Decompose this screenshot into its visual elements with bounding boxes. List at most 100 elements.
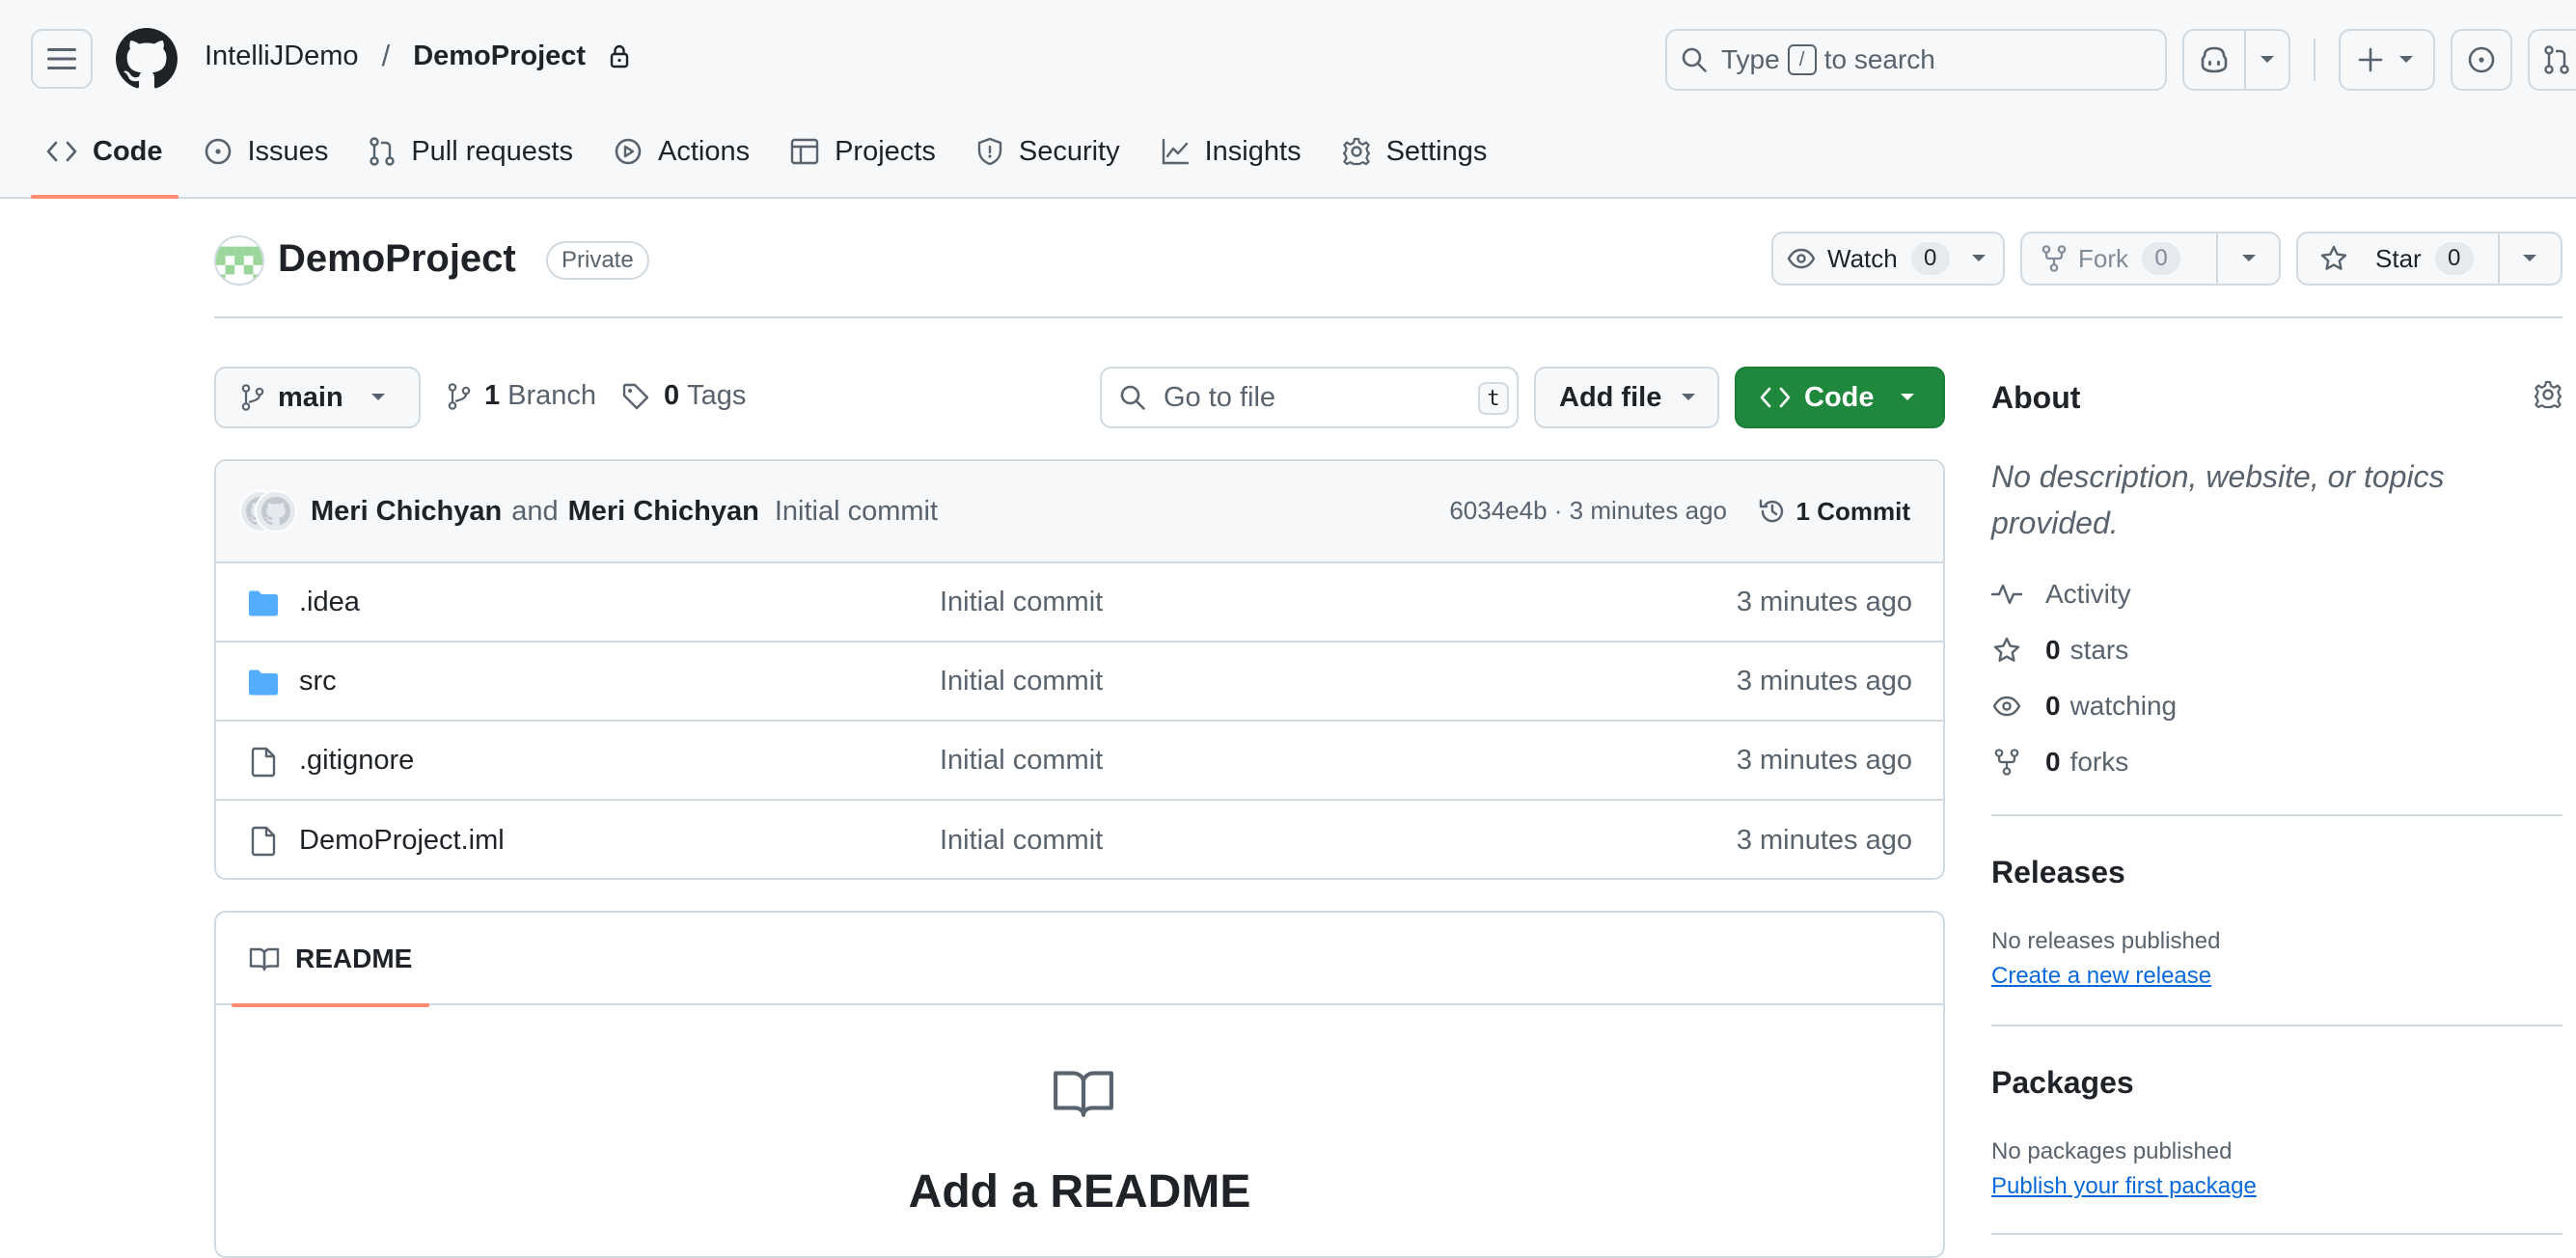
file-browser: Meri Chichyan and Meri Chichyan Initial … bbox=[214, 459, 1945, 880]
triangle-down-icon bbox=[1900, 393, 1915, 402]
graph-icon bbox=[1161, 137, 1190, 166]
commit-coauthor-link[interactable]: Meri Chichyan bbox=[568, 496, 759, 528]
fork-button[interactable]: Fork 0 bbox=[2022, 233, 2216, 284]
shield-icon bbox=[976, 137, 1003, 166]
star-dropdown-button[interactable] bbox=[2497, 233, 2561, 284]
github-logo-icon[interactable] bbox=[116, 28, 178, 90]
triangle-down-icon bbox=[1681, 393, 1696, 402]
copilot-button[interactable] bbox=[2182, 29, 2246, 91]
search-icon bbox=[1681, 46, 1708, 73]
file-icon bbox=[247, 826, 280, 857]
tab-actions[interactable]: Actions bbox=[598, 122, 765, 181]
commits-history-link[interactable]: 1 Commit bbox=[1744, 484, 1924, 538]
tab-insights[interactable]: Insights bbox=[1145, 122, 1317, 181]
activity-link[interactable]: Activity bbox=[1991, 579, 2131, 610]
tab-pull-requests[interactable]: Pull requests bbox=[353, 122, 589, 181]
copilot-dropdown-button[interactable] bbox=[2244, 29, 2290, 91]
readme-tab-label: README bbox=[295, 944, 413, 973]
file-name-link[interactable]: DemoProject.iml bbox=[299, 825, 505, 857]
forks-count: 0 bbox=[2045, 747, 2061, 777]
table-row[interactable]: .idea Initial commit 3 minutes ago bbox=[216, 563, 1943, 643]
tag-icon bbox=[621, 382, 650, 411]
tags-count: 0 bbox=[664, 380, 680, 411]
about-heading: About bbox=[1991, 380, 2081, 415]
commit-author-link[interactable]: Meri Chichyan bbox=[311, 496, 502, 528]
search-icon bbox=[1119, 384, 1146, 411]
tags-label: Tags bbox=[687, 380, 747, 411]
file-name-link[interactable]: .idea bbox=[299, 587, 360, 618]
stars-link[interactable]: 0 stars bbox=[1991, 635, 2128, 666]
code-icon bbox=[1760, 386, 1791, 409]
file-name-link[interactable]: src bbox=[299, 666, 337, 697]
triangle-down-icon bbox=[2260, 55, 2275, 65]
pulse-icon bbox=[1991, 582, 2022, 607]
branch-select-button[interactable]: main bbox=[214, 367, 421, 428]
star-count: 0 bbox=[2434, 242, 2474, 275]
git-branch-icon bbox=[448, 382, 471, 410]
forks-link[interactable]: 0 forks bbox=[1991, 747, 2128, 778]
packages-empty-text: No packages published bbox=[1991, 1138, 2233, 1164]
watching-link[interactable]: 0 watching bbox=[1991, 691, 2177, 722]
book-icon bbox=[1052, 1067, 1115, 1119]
branches-link[interactable]: 1 Branch bbox=[448, 380, 596, 412]
avatar[interactable] bbox=[214, 235, 264, 286]
code-button[interactable]: Code bbox=[1735, 367, 1945, 428]
releases-heading[interactable]: Releases bbox=[1991, 855, 2125, 890]
tab-projects[interactable]: Projects bbox=[775, 122, 951, 181]
tab-projects-label: Projects bbox=[835, 135, 936, 167]
star-icon bbox=[1991, 636, 2022, 665]
watch-label: Watch bbox=[1827, 243, 1898, 273]
breadcrumb-owner-link[interactable]: IntelliJDemo bbox=[205, 41, 359, 72]
watch-button[interactable]: Watch 0 bbox=[1773, 233, 1963, 284]
create-release-link[interactable]: Create a new release bbox=[1991, 963, 2211, 990]
table-row[interactable]: .gitignore Initial commit 3 minutes ago bbox=[216, 722, 1943, 801]
folder-icon bbox=[247, 668, 280, 697]
table-row[interactable]: DemoProject.iml Initial commit 3 minutes… bbox=[216, 801, 1943, 878]
file-commit-message[interactable]: Initial commit bbox=[940, 745, 1103, 777]
tab-readme[interactable]: README bbox=[232, 913, 430, 1007]
branch-name: main bbox=[278, 381, 343, 413]
menu-button[interactable] bbox=[31, 29, 93, 89]
file-commit-message[interactable]: Initial commit bbox=[940, 666, 1103, 697]
tab-issues-label: Issues bbox=[247, 135, 329, 167]
tab-settings[interactable]: Settings bbox=[1327, 122, 1503, 181]
repo-name-link[interactable]: DemoProject bbox=[278, 237, 516, 281]
star-button[interactable]: Star 0 bbox=[2298, 233, 2498, 284]
create-new-button[interactable] bbox=[2339, 29, 2435, 91]
commit-message-link[interactable]: Initial commit bbox=[775, 496, 938, 528]
go-to-file-input[interactable]: Go to file t bbox=[1100, 367, 1519, 428]
header-divider bbox=[2314, 39, 2316, 81]
add-file-button[interactable]: Add file bbox=[1534, 367, 1719, 428]
global-search-input[interactable]: Type / to search bbox=[1665, 29, 2167, 91]
search-prefix-text: Type bbox=[1721, 44, 1780, 74]
tab-actions-label: Actions bbox=[657, 135, 751, 167]
edit-about-button[interactable] bbox=[2534, 380, 2562, 416]
fork-dropdown-button[interactable] bbox=[2216, 233, 2279, 284]
tab-code[interactable]: Code bbox=[31, 122, 178, 199]
commit-hash-time[interactable]: 6034e4b · 3 minutes ago bbox=[1449, 496, 1727, 526]
breadcrumb-repo-link[interactable]: DemoProject bbox=[413, 41, 586, 72]
pull-request-icon bbox=[2543, 45, 2570, 74]
pull-requests-shortcut-button[interactable] bbox=[2528, 29, 2576, 91]
file-commit-message[interactable]: Initial commit bbox=[940, 587, 1103, 618]
play-icon bbox=[614, 137, 643, 166]
tab-security[interactable]: Security bbox=[961, 122, 1136, 181]
triangle-down-icon[interactable] bbox=[1971, 254, 1987, 263]
table-row[interactable]: src Initial commit 3 minutes ago bbox=[216, 643, 1943, 722]
file-name-link[interactable]: .gitignore bbox=[299, 745, 414, 777]
publish-package-link[interactable]: Publish your first package bbox=[1991, 1173, 2257, 1200]
issues-shortcut-button[interactable] bbox=[2451, 29, 2512, 91]
tab-issues[interactable]: Issues bbox=[188, 122, 344, 181]
gear-icon bbox=[2534, 380, 2562, 409]
tab-code-label: Code bbox=[93, 135, 163, 167]
releases-empty-text: No releases published bbox=[1991, 928, 2221, 954]
breadcrumb-separator: / bbox=[381, 39, 391, 72]
latest-commit-bar: Meri Chichyan and Meri Chichyan Initial … bbox=[216, 461, 1943, 563]
tags-link[interactable]: 0 Tags bbox=[621, 380, 746, 412]
file-commit-time: 3 minutes ago bbox=[1736, 824, 1912, 856]
commit-avatars[interactable] bbox=[239, 490, 299, 533]
visibility-badge: Private bbox=[546, 241, 649, 280]
go-to-file-shortcut-key: t bbox=[1478, 382, 1509, 415]
file-commit-message[interactable]: Initial commit bbox=[940, 825, 1103, 857]
packages-heading[interactable]: Packages bbox=[1991, 1065, 2134, 1101]
